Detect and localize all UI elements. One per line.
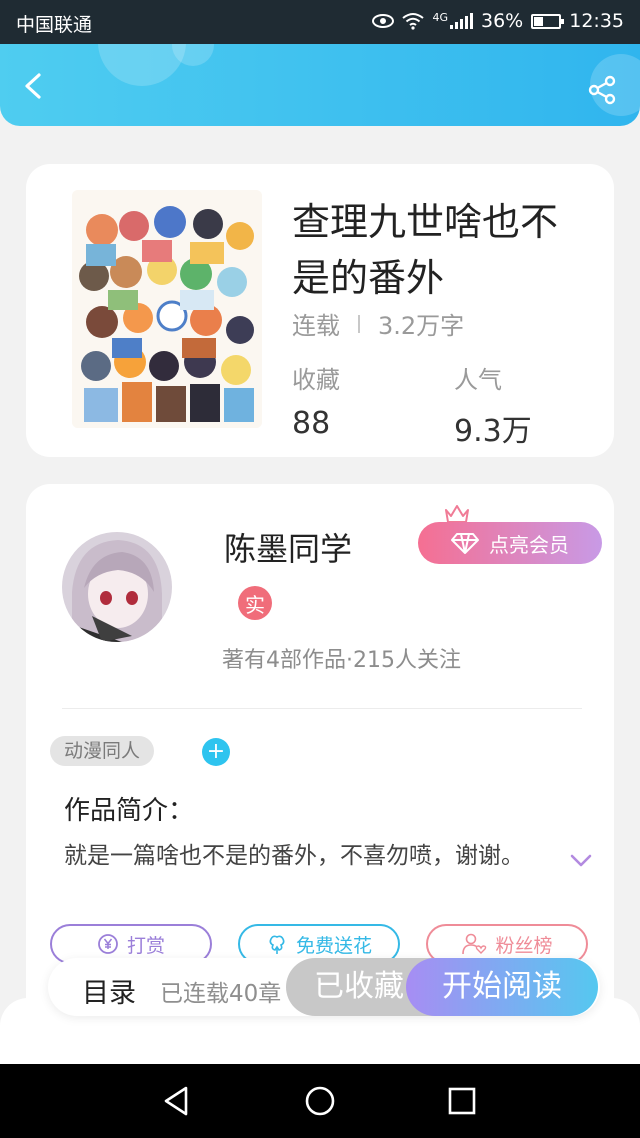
wifi-icon (402, 13, 425, 30)
vip-button[interactable]: 点亮会员 (418, 522, 602, 564)
author-avatar[interactable] (62, 532, 172, 642)
vip-label: 点亮会员 (489, 532, 569, 557)
signal-icon (450, 13, 473, 29)
cover-illustration (72, 190, 262, 428)
free-flower-label: 免费送花 (295, 934, 372, 957)
intro-text: 就是一篇啥也不是的番外，不喜勿喷，谢谢。 (64, 843, 524, 869)
bottom-action-bar: 目录 已连载40章 已收藏 开始阅读 (48, 958, 600, 1016)
share-icon[interactable] (586, 74, 618, 106)
author-name[interactable]: 陈墨同学 (224, 524, 352, 570)
meta-divider (358, 314, 360, 333)
fan-user-icon (462, 933, 487, 955)
back-triangle-icon[interactable] (160, 1084, 194, 1118)
chapter-count[interactable]: 已连载40章 (160, 974, 281, 1008)
author-works-info: 著有4部作品·215人关注 (222, 648, 461, 673)
tip-label: 打赏 (126, 934, 165, 957)
popularity-count: 9.3万 (454, 414, 532, 449)
battery-icon (531, 13, 565, 29)
divider (62, 708, 582, 709)
system-nav-bar (0, 1064, 640, 1138)
toc-button[interactable]: 目录 (82, 971, 136, 1010)
start-reading-button[interactable]: 开始阅读 (406, 958, 598, 1016)
chevron-down-icon[interactable] (570, 854, 592, 868)
intro-heading: 作品简介： (64, 796, 195, 826)
diamond-icon (451, 533, 479, 554)
serial-status: 连载 (292, 312, 340, 340)
book-title: 查理九世啥也不是的番外 (292, 200, 559, 300)
recents-square-icon[interactable] (445, 1084, 479, 1118)
favorites-label: 收藏 (292, 366, 340, 394)
clock: 12:35 (569, 10, 624, 32)
header-bar (0, 44, 640, 126)
book-meta: 连载 3.2万字 (292, 306, 464, 341)
home-circle-icon[interactable] (303, 1084, 337, 1118)
genre-tag[interactable]: 动漫同人 (50, 736, 155, 766)
add-tag-button[interactable]: + (202, 738, 230, 766)
fan-ranking-label: 粉丝榜 (495, 934, 553, 957)
chevron-left-icon[interactable] (20, 72, 48, 100)
carrier-name: 中国联通 (16, 14, 93, 36)
status-bar: 中国联通 4G 36% 12:35 (0, 0, 640, 44)
battery-percent: 36% (481, 10, 524, 32)
eye-comfort-icon (372, 14, 395, 28)
flower-icon (269, 935, 285, 954)
network-type: 4G (432, 10, 448, 24)
book-info-card: 查理九世啥也不是的番外 连载 3.2万字 收藏 88 人气 9.3万 (26, 164, 614, 457)
word-count: 3.2万字 (378, 312, 465, 340)
yen-coin-icon (98, 934, 118, 954)
verified-badge: 实 (238, 586, 272, 620)
book-cover[interactable] (72, 190, 262, 428)
avatar-image (62, 532, 172, 642)
popularity-label: 人气 (454, 366, 502, 394)
status-icons: 4G 36% 12:35 (372, 10, 624, 32)
favorites-count: 88 (292, 406, 331, 441)
crown-icon (445, 505, 469, 523)
